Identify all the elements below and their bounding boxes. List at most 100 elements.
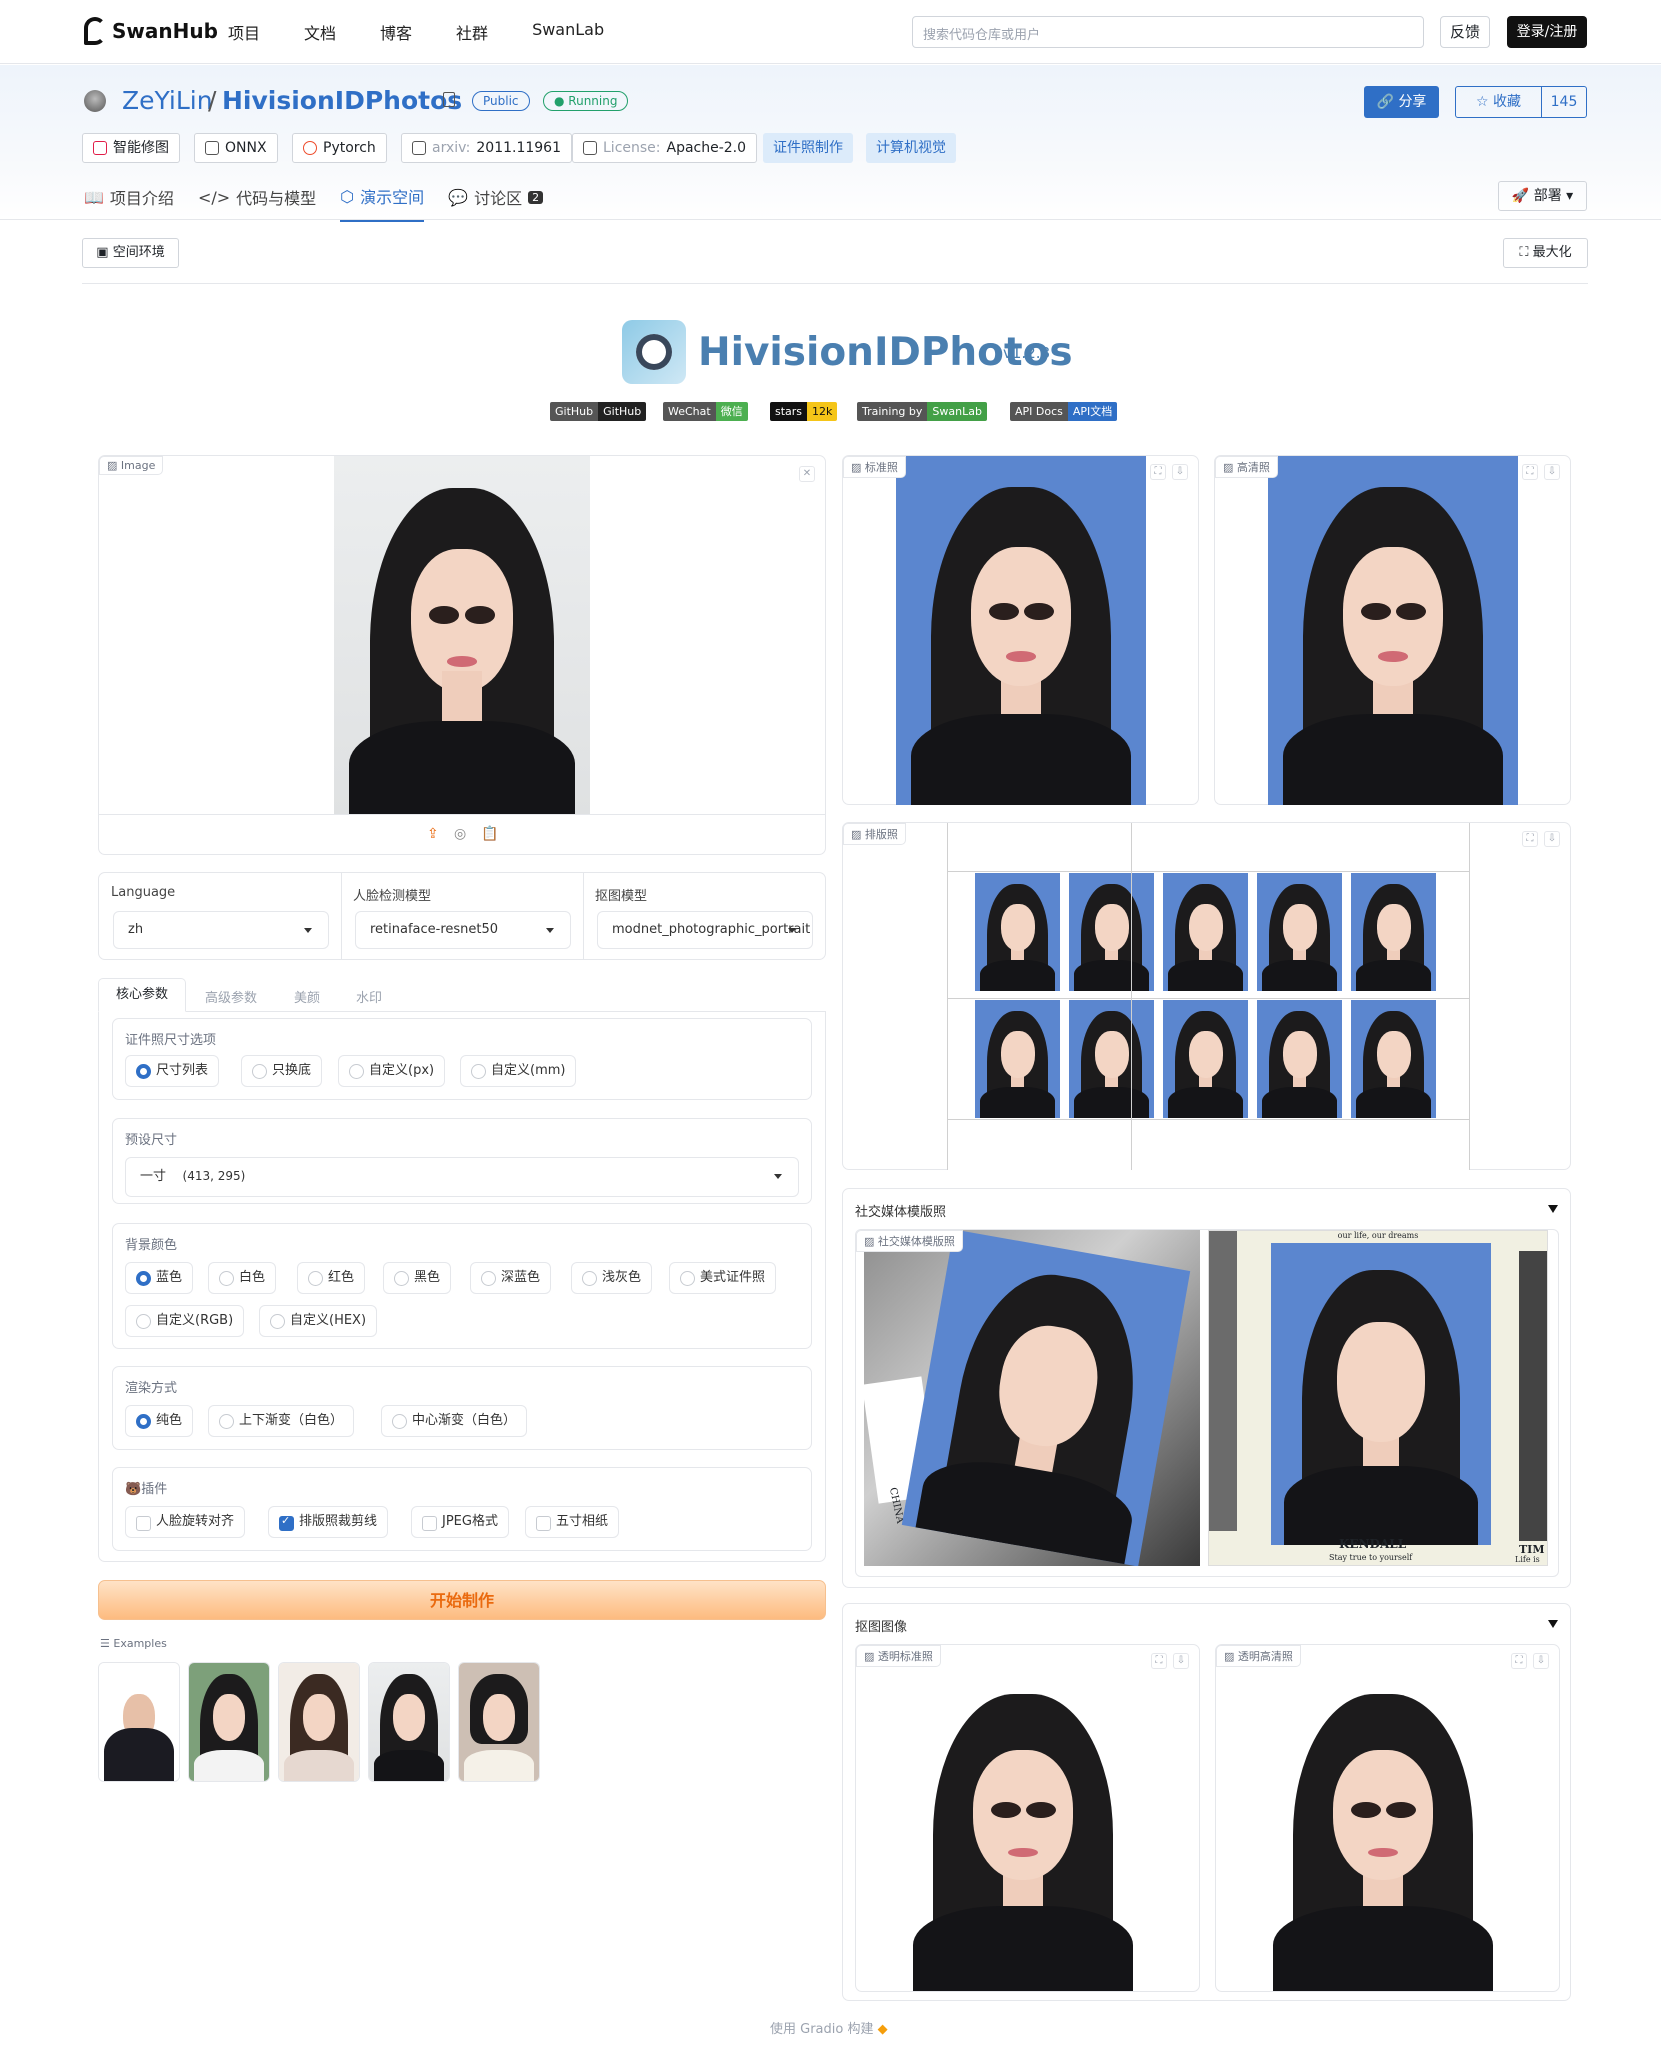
- bg-us-id[interactable]: 美式证件照: [669, 1262, 777, 1294]
- example-thumb[interactable]: [278, 1662, 360, 1782]
- badge-training-by[interactable]: Training by SwanLab: [857, 402, 987, 421]
- tag-license[interactable]: License: Apache-2.0: [572, 133, 758, 163]
- plugin-crop-line[interactable]: 排版照裁剪线: [268, 1506, 389, 1538]
- badge-stars[interactable]: stars 12k: [770, 402, 838, 421]
- download-icon[interactable]: ⇩: [1533, 1653, 1549, 1669]
- tab-intro[interactable]: 📖 项目介绍: [84, 184, 174, 222]
- nav-link-blog[interactable]: 博客: [380, 20, 412, 44]
- bg-custom-rgb[interactable]: 自定义(RGB): [125, 1305, 245, 1337]
- tag-smart-retouch[interactable]: 智能修图: [82, 133, 180, 163]
- render-vertical-gradient[interactable]: 上下渐变（白色）: [208, 1405, 355, 1437]
- webcam-icon[interactable]: ◎: [454, 826, 466, 842]
- footer-gradio[interactable]: 使用 Gradio 构建 ◆: [770, 2018, 888, 2037]
- badge-github[interactable]: GitHub GitHub: [550, 402, 647, 421]
- nav-link-docs[interactable]: 文档: [304, 20, 336, 44]
- social-template-image[interactable]: CHINA: [864, 1230, 1200, 1566]
- collapse-icon[interactable]: [1548, 1620, 1558, 1628]
- login-button[interactable]: 登录/注册: [1507, 16, 1587, 48]
- download-icon[interactable]: ⇩: [1172, 464, 1188, 480]
- bg-custom-hex[interactable]: 自定义(HEX): [259, 1305, 378, 1337]
- repo-name-link[interactable]: HivisionIDPhotos: [222, 86, 462, 115]
- bg-red[interactable]: 红色: [297, 1262, 366, 1294]
- crop-line: [1469, 823, 1470, 1170]
- clear-icon[interactable]: ✕: [799, 466, 815, 482]
- preset-size-select[interactable]: 一寸 (413, 295): [125, 1157, 799, 1197]
- chat-icon: 💬: [448, 187, 469, 207]
- feedback-button[interactable]: 反馈: [1440, 16, 1490, 48]
- maximize-button[interactable]: ⛶ 最大化: [1503, 238, 1588, 268]
- tab-discussion[interactable]: 💬 讨论区 2: [448, 184, 544, 222]
- tag-onnx[interactable]: ONNX: [194, 133, 278, 163]
- matting-model-select[interactable]: modnet_photographic_portrait: [597, 911, 813, 949]
- fullscreen-icon[interactable]: ⛶: [1151, 1653, 1167, 1669]
- bg-dark-blue[interactable]: 深蓝色: [470, 1262, 552, 1294]
- upload-icon[interactable]: ⇪: [427, 826, 439, 842]
- topic-id-photo[interactable]: 证件照制作: [763, 133, 853, 163]
- nav-link-swanlab[interactable]: SwanLab: [532, 20, 604, 44]
- expand-icon: ⛶: [1519, 245, 1529, 260]
- share-button[interactable]: 🔗 分享: [1364, 86, 1439, 118]
- nav-link-community[interactable]: 社群: [456, 20, 488, 44]
- star-button[interactable]: ☆ 收藏 145: [1455, 86, 1587, 118]
- owner-avatar[interactable]: [84, 90, 106, 112]
- social-section-title[interactable]: 社交媒体模版照: [855, 1201, 946, 1220]
- repo-owner-link[interactable]: ZeYiLin: [122, 86, 213, 115]
- tab-core-params[interactable]: 核心参数: [98, 978, 186, 1012]
- copy-icon[interactable]: [443, 92, 455, 107]
- bg-black[interactable]: 黑色: [383, 1262, 452, 1294]
- download-icon[interactable]: ⇩: [1544, 464, 1560, 480]
- tab-demo-space[interactable]: ⬡ 演示空间: [340, 184, 425, 222]
- size-option-custom-mm[interactable]: 自定义(mm): [460, 1055, 577, 1087]
- size-option-list[interactable]: 尺寸列表: [125, 1055, 220, 1087]
- deploy-button[interactable]: 🚀 部署 ▾: [1498, 181, 1587, 211]
- tab-beauty[interactable]: 美颜: [294, 987, 320, 1006]
- render-solid[interactable]: 纯色: [125, 1405, 194, 1437]
- bg-blue[interactable]: 蓝色: [125, 1262, 194, 1294]
- standard-photo-label: ▨ 标准照: [843, 456, 906, 478]
- clipboard-icon[interactable]: 📋: [481, 826, 498, 842]
- language-select[interactable]: zh: [113, 911, 329, 949]
- tab-code[interactable]: </> 代码与模型: [198, 184, 316, 222]
- matting-section-title[interactable]: 抠图图像: [855, 1616, 907, 1635]
- download-icon[interactable]: ⇩: [1544, 831, 1560, 847]
- example-thumb[interactable]: [458, 1662, 540, 1782]
- size-option-custom-px[interactable]: 自定义(px): [338, 1055, 446, 1087]
- swanhub-logo[interactable]: SwanHub: [84, 17, 218, 45]
- fullscreen-icon[interactable]: ⛶: [1511, 1653, 1527, 1669]
- list-icon: ☰: [100, 1637, 110, 1650]
- face-model-label: 人脸检测模型: [353, 889, 432, 904]
- image-icon: ▨: [851, 461, 862, 474]
- tab-watermark[interactable]: 水印: [356, 987, 382, 1006]
- plugin-face-align[interactable]: 人脸旋转对齐: [125, 1506, 246, 1538]
- bg-light-gray[interactable]: 浅灰色: [571, 1262, 653, 1294]
- fullscreen-icon[interactable]: ⛶: [1522, 831, 1538, 847]
- example-thumb[interactable]: [98, 1662, 180, 1782]
- image-icon: ▨: [1224, 1650, 1235, 1663]
- start-button[interactable]: 开始制作: [98, 1580, 826, 1620]
- collapse-icon[interactable]: [1548, 1205, 1558, 1213]
- crop-line: [947, 823, 948, 1170]
- plugin-five-inch[interactable]: 五寸相纸: [525, 1506, 620, 1538]
- download-icon[interactable]: ⇩: [1173, 1653, 1189, 1669]
- plugin-jpeg[interactable]: JPEG格式: [411, 1506, 509, 1538]
- example-thumb[interactable]: [368, 1662, 450, 1782]
- badge-wechat[interactable]: WeChat 微信: [663, 402, 748, 421]
- tag-pytorch[interactable]: Pytorch: [292, 133, 387, 163]
- example-thumb[interactable]: [188, 1662, 270, 1782]
- fullscreen-icon[interactable]: ⛶: [1150, 464, 1166, 480]
- space-env-button[interactable]: ▣ 空间环境: [82, 238, 179, 268]
- transparent-hd-panel: ▨ 透明高清照 ⛶ ⇩: [1215, 1644, 1560, 1992]
- topic-computer-vision[interactable]: 计算机视觉: [866, 133, 956, 163]
- render-center-gradient[interactable]: 中心渐变（白色）: [381, 1405, 528, 1437]
- size-option-only-bg[interactable]: 只换底: [241, 1055, 323, 1087]
- social-template-image[interactable]: our life, our dreams KENDALL Stay true t…: [1208, 1230, 1548, 1566]
- search-input[interactable]: 搜索代码仓库或用户: [912, 16, 1424, 48]
- nav-link-projects[interactable]: 项目: [228, 20, 260, 44]
- face-model-select[interactable]: retinaface-resnet50: [355, 911, 571, 949]
- fullscreen-icon[interactable]: ⛶: [1522, 464, 1538, 480]
- image-upload-panel[interactable]: ▨ Image ✕ ⇪ ◎ 📋: [98, 455, 826, 855]
- badge-api-docs[interactable]: API Docs API文档: [1010, 402, 1118, 421]
- bg-white[interactable]: 白色: [208, 1262, 277, 1294]
- tag-arxiv[interactable]: arxiv: 2011.11961: [401, 133, 572, 163]
- tab-advanced-params[interactable]: 高级参数: [205, 987, 257, 1006]
